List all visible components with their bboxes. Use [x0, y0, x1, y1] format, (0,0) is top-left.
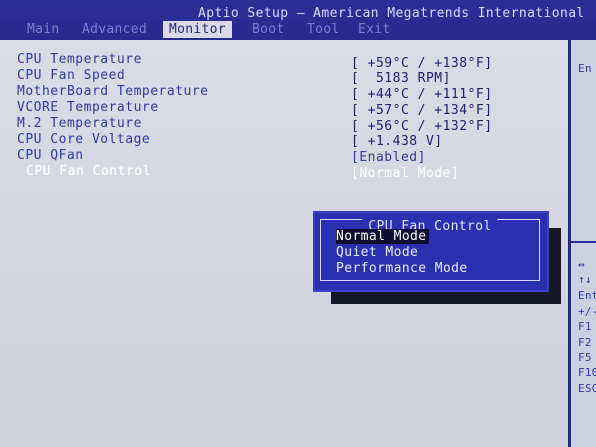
- help-key-f1: F1: [578, 320, 592, 333]
- setting-value-motherboard-temperature: [ +44°C / +111°F]: [351, 87, 493, 102]
- setting-label-cpu-core-voltage[interactable]: CPU Core Voltage: [17, 132, 150, 147]
- popup-option-quiet-mode[interactable]: Quiet Mode: [336, 245, 418, 260]
- setting-value-m2-temperature: [ +56°C / +132°F]: [351, 119, 493, 134]
- setting-label-cpu-fan-control[interactable]: CPU Fan Control: [26, 164, 151, 179]
- setting-label-m2-temperature[interactable]: M.2 Temperature: [17, 116, 142, 131]
- help-divider: [569, 241, 596, 243]
- help-key-change-opt: +/-: [578, 305, 596, 318]
- setting-value-vcore-temperature: [ +57°C / +134°F]: [351, 103, 493, 118]
- popup-option-performance-mode[interactable]: Performance Mode: [336, 261, 468, 276]
- tab-advanced[interactable]: Advanced: [82, 21, 147, 38]
- bios-title: Aptio Setup – American Megatrends Intern…: [198, 6, 585, 21]
- help-key-f10: F10: [578, 366, 596, 379]
- setting-label-cpu-qfan[interactable]: CPU QFan: [17, 148, 84, 163]
- help-key-esc: ESC: [578, 382, 596, 395]
- help-key-f5: F5: [578, 351, 592, 364]
- help-key-f2: F2: [578, 336, 592, 349]
- tab-boot[interactable]: Boot: [252, 21, 285, 38]
- setting-label-motherboard-temperature[interactable]: MotherBoard Temperature: [17, 84, 209, 99]
- setting-value-cpu-fan-control[interactable]: [Normal Mode]: [351, 166, 459, 181]
- tab-monitor[interactable]: Monitor: [163, 21, 232, 38]
- help-description: En: [578, 62, 592, 75]
- help-key-select-item-icon: ↑↓: [578, 273, 592, 286]
- setting-label-cpu-fan-speed[interactable]: CPU Fan Speed: [17, 68, 125, 83]
- tab-main[interactable]: Main: [27, 21, 60, 38]
- setting-value-cpu-qfan[interactable]: [Enabled]: [351, 150, 426, 165]
- setting-value-cpu-temperature: [ +59°C / +138°F]: [351, 56, 493, 71]
- fan-control-popup: CPU Fan Control Normal Mode Quiet Mode P…: [313, 211, 549, 292]
- popup-option-normal-mode[interactable]: Normal Mode: [336, 229, 429, 244]
- help-key-select-screen-icon: ↔: [578, 258, 585, 271]
- setting-value-cpu-fan-speed: [ 5183 RPM]: [351, 71, 451, 86]
- bios-screen: Aptio Setup – American Megatrends Intern…: [0, 0, 596, 447]
- help-key-enter: Ent: [578, 289, 596, 302]
- popup-frame: CPU Fan Control Normal Mode Quiet Mode P…: [320, 219, 540, 281]
- tab-tool[interactable]: Tool: [307, 21, 340, 38]
- setting-label-vcore-temperature[interactable]: VCORE Temperature: [17, 100, 159, 115]
- tab-exit[interactable]: Exit: [358, 21, 391, 38]
- setting-value-cpu-core-voltage: [ +1.438 V]: [351, 134, 443, 149]
- setting-label-cpu-temperature[interactable]: CPU Temperature: [17, 52, 142, 67]
- title-bar: Aptio Setup – American Megatrends Intern…: [0, 0, 596, 40]
